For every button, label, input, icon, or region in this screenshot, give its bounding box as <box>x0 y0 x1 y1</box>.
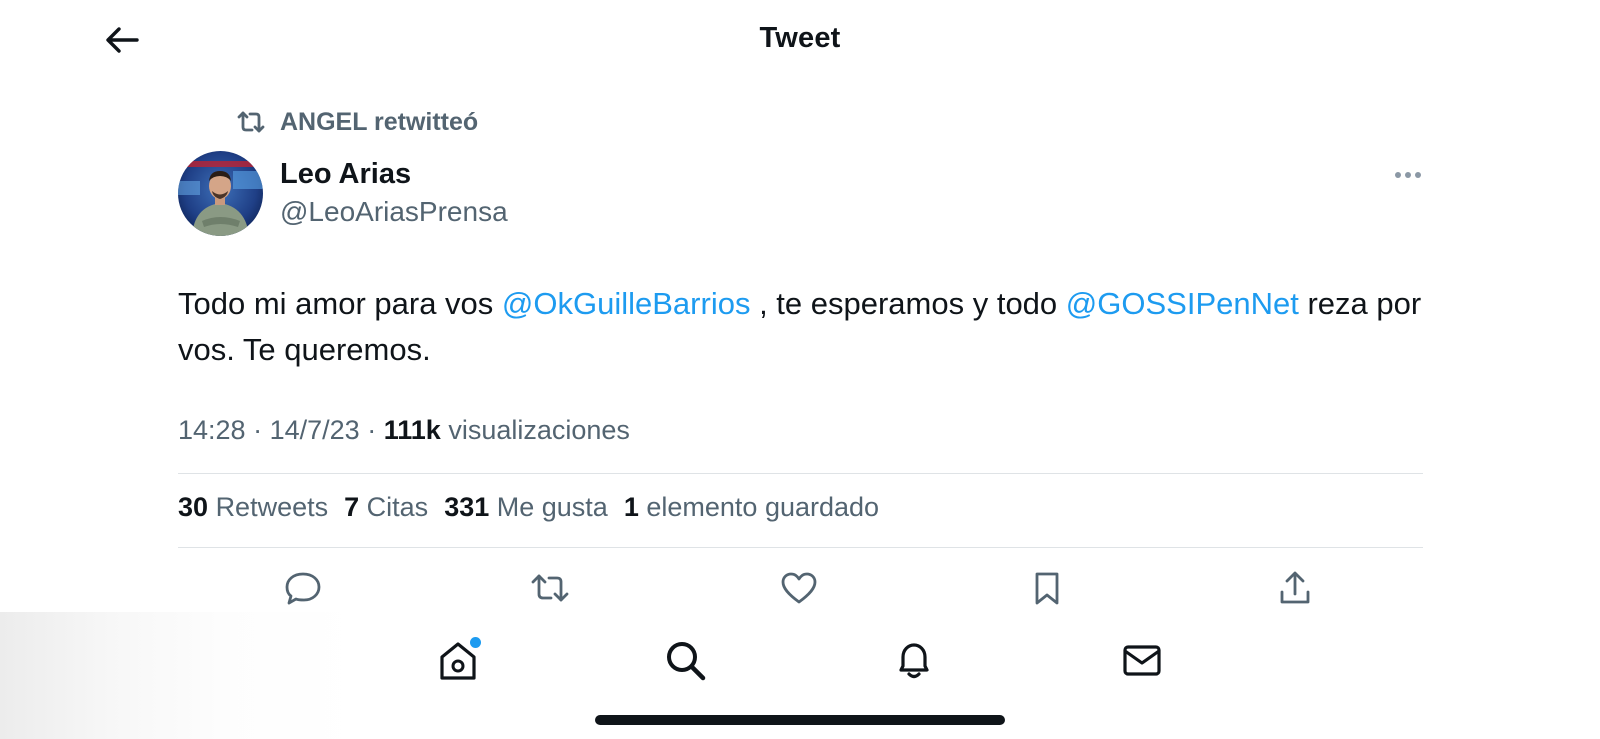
engagement-stats: 30 Retweets 7 Citas 331 Me gusta 1 eleme… <box>178 492 879 523</box>
retweet-icon <box>531 574 569 602</box>
retweets-stat[interactable]: 30 Retweets <box>178 492 328 523</box>
avatar[interactable] <box>178 151 263 236</box>
bookmarks-stat[interactable]: 1 elemento guardado <box>624 492 879 523</box>
tweet-text-part: Todo mi amor para vos <box>178 286 502 321</box>
divider <box>178 473 1423 474</box>
retweet-button[interactable] <box>528 566 572 610</box>
messages-icon <box>1123 645 1161 676</box>
notifications-icon <box>899 643 929 679</box>
tweet-time: 14:28 <box>178 415 246 445</box>
search-icon <box>667 642 706 681</box>
retweet-context[interactable]: ANGEL retwitteó <box>236 104 478 140</box>
bookmarks-count: 1 <box>623 492 639 522</box>
likes-count: 331 <box>444 492 490 522</box>
quotes-label: Citas <box>366 492 429 522</box>
nav-home[interactable] <box>432 634 484 686</box>
author-name[interactable]: Leo Arias <box>280 158 411 191</box>
retweet-small-icon <box>237 111 265 133</box>
mention-link[interactable]: @OkGuilleBarrios <box>502 286 751 321</box>
views-count: 111k <box>383 415 441 445</box>
more-options-button[interactable] <box>1388 160 1428 190</box>
tweet-detail-screen: Tweet ANGEL retwitteó Leo Arias @LeoAria… <box>0 0 1600 739</box>
bookmark-icon <box>1035 572 1059 605</box>
reply-icon <box>285 572 321 605</box>
quotes-count: 7 <box>344 492 360 522</box>
tweet-text-part: , te esperamos y todo <box>750 286 1066 321</box>
nav-search[interactable] <box>659 634 711 686</box>
meta-separator: · <box>367 415 377 445</box>
views-label: visualizaciones <box>448 415 630 445</box>
tweet-meta: 14:28 · 14/7/23 · 111k visualizaciones <box>178 415 630 446</box>
retweet-context-label: ANGEL retwitteó <box>280 107 479 136</box>
likes-label: Me gusta <box>496 492 608 522</box>
meta-separator: · <box>253 415 263 445</box>
bottom-navigation <box>0 612 1600 739</box>
quotes-stat[interactable]: 7 Citas <box>344 492 428 523</box>
home-indicator[interactable] <box>595 715 1005 725</box>
author-handle[interactable]: @LeoAriasPrensa <box>280 196 508 228</box>
likes-stat[interactable]: 331 Me gusta <box>444 492 608 523</box>
share-icon <box>1280 571 1310 604</box>
nav-messages[interactable] <box>1116 634 1168 686</box>
views-link[interactable]: 111k visualizaciones <box>384 415 630 445</box>
mention-link[interactable]: @GOSSIPenNet <box>1066 286 1299 321</box>
tweet-text: Todo mi amor para vos @OkGuilleBarrios ,… <box>178 281 1428 373</box>
retweets-count: 30 <box>178 492 209 522</box>
page-title: Tweet <box>759 22 841 54</box>
reply-button[interactable] <box>281 566 325 610</box>
nav-notifications[interactable] <box>888 634 940 686</box>
divider <box>178 547 1423 548</box>
more-horizontal-icon <box>1395 172 1421 178</box>
bookmarks-label: elemento guardado <box>646 492 880 522</box>
share-button[interactable] <box>1273 566 1317 610</box>
like-button[interactable] <box>777 566 821 610</box>
tweet-date: 14/7/23 <box>269 415 360 445</box>
notification-dot <box>470 637 481 648</box>
retweets-label: Retweets <box>215 492 329 522</box>
bookmark-button[interactable] <box>1025 566 1069 610</box>
profile-photo <box>178 151 263 236</box>
like-icon <box>781 572 817 604</box>
